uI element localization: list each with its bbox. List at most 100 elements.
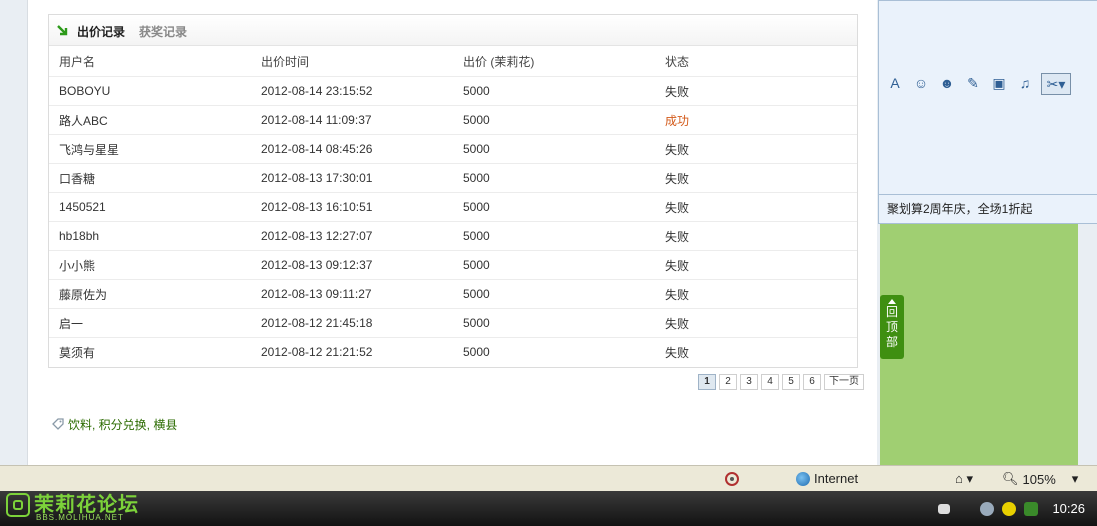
bid-amount-cell: 5000 [453, 105, 655, 135]
bid-time-cell: 2012-08-13 16:10:51 [251, 192, 453, 222]
column-header-bid-time: 出价时间 [261, 54, 310, 69]
protected-mode-icon[interactable]: ⌂ ▾ [955, 471, 973, 487]
chevron-down-icon: ▾ [1071, 471, 1079, 486]
keyboard-icon[interactable] [938, 503, 951, 514]
shield-icon[interactable] [1024, 501, 1039, 516]
green-sidebar-block [880, 224, 1078, 465]
right-sidebar: A ☺ ☻ ✎ ▣ ♫ ✂▾ 聚划算2周年庆，全场1折起 [877, 0, 1097, 465]
table-row: 路人ABC 2012-08-14 11:09:37 5000 成功 [49, 105, 857, 135]
back-to-top-button[interactable]: 回顶部 [880, 295, 904, 359]
status-cell: 失败 [655, 221, 857, 251]
status-cell: 失败 [655, 337, 857, 366]
face-icon[interactable]: ☻ [937, 73, 957, 93]
tab-bid-records[interactable]: 出价记录 [77, 23, 125, 40]
tags-links[interactable]: 饮料, 积分兑换, 横县 [68, 416, 177, 433]
image-icon[interactable]: ▣ [989, 73, 1009, 93]
page-5-button[interactable]: 5 [782, 374, 800, 390]
username-cell[interactable]: 藤原佐为 [49, 279, 251, 309]
back-to-top-label: 回顶部 [885, 305, 898, 349]
editor-panel: A ☺ ☻ ✎ ▣ ♫ ✂▾ 聚划算2周年庆，全场1折起 [878, 0, 1097, 224]
status-cell: 失败 [655, 279, 857, 309]
page-4-button[interactable]: 4 [761, 374, 779, 390]
bid-time-cell: 2012-08-13 09:11:27 [251, 279, 453, 309]
clock[interactable]: 10:26 [1052, 501, 1085, 516]
edit-icon[interactable]: ✎ [963, 73, 983, 93]
browser-status-bar: Internet ⌂ ▾ 🔍︎ 105% ▾ [0, 465, 1097, 492]
scissors-icon[interactable]: ✂▾ [1041, 73, 1071, 95]
table-row: hb18bh 2012-08-13 12:27:07 5000 失败 [49, 221, 857, 251]
bid-amount-cell: 5000 [453, 76, 655, 106]
update-icon[interactable] [1002, 501, 1017, 516]
zone-label: Internet [814, 471, 859, 486]
bid-time-cell: 2012-08-13 17:30:01 [251, 163, 453, 193]
zoom-icon: 🔍︎ [1002, 471, 1019, 486]
username-cell[interactable]: 启一 [49, 308, 251, 338]
logo-text: 茉莉花论坛 [34, 494, 139, 516]
smiley-icon[interactable]: ☺ [911, 73, 931, 93]
table-row: 1450521 2012-08-13 16:10:51 5000 失败 [49, 192, 857, 222]
table-row: 口香糖 2012-08-13 17:30:01 5000 失败 [49, 163, 857, 193]
column-header-status: 状态 [665, 54, 690, 69]
status-cell: 失败 [655, 192, 857, 222]
network-icon[interactable] [980, 501, 995, 516]
status-cell: 失败 [655, 134, 857, 164]
editor-toolbar: A ☺ ☻ ✎ ▣ ♫ ✂▾ [885, 73, 1071, 95]
username-cell[interactable]: 1450521 [49, 192, 251, 222]
username-cell[interactable]: BOBOYU [49, 76, 251, 106]
table-row: 启一 2012-08-12 21:45:18 5000 失败 [49, 308, 857, 338]
table-row: 飞鸿与星星 2012-08-14 08:45:26 5000 失败 [49, 134, 857, 164]
tag-icon [52, 417, 64, 430]
bid-amount-cell: 5000 [453, 250, 655, 280]
bid-amount-cell: 5000 [453, 279, 655, 309]
bid-time-cell: 2012-08-14 11:09:37 [251, 105, 453, 135]
page-6-button[interactable]: 6 [803, 374, 821, 390]
tab-award-records[interactable]: 获奖记录 [139, 23, 187, 40]
zoom-control[interactable]: 🔍︎ 105% ▾ [1002, 471, 1078, 487]
username-cell[interactable]: 飞鸿与星星 [49, 134, 251, 164]
bid-amount-cell: 5000 [453, 337, 655, 366]
username-cell[interactable]: 莫须有 [49, 337, 251, 366]
page-2-button[interactable]: 2 [719, 374, 737, 390]
status-cell: 失败 [655, 163, 857, 193]
main-content: 出价记录 获奖记录 用户名 出价时间 出价 (茉莉花) 状态 BOBOYU 201… [27, 0, 879, 465]
username-cell[interactable]: 路人ABC [49, 105, 251, 135]
promo-text[interactable]: 聚划算2周年庆，全场1折起 [879, 194, 1097, 223]
tab-bar: 出价记录 获奖记录 [49, 15, 857, 46]
system-tray: 10:26 [938, 491, 1097, 526]
bid-amount-cell: 5000 [453, 134, 655, 164]
zoom-level: 105% [1022, 471, 1056, 487]
privacy-icon[interactable] [724, 471, 740, 487]
status-cell: 失败 [655, 250, 857, 280]
font-icon[interactable]: A [885, 73, 905, 93]
page-1-button[interactable]: 1 [698, 374, 716, 390]
table-row: BOBOYU 2012-08-14 23:15:52 5000 失败 [49, 76, 857, 106]
status-cell: 失败 [655, 76, 857, 106]
bid-time-cell: 2012-08-13 12:27:07 [251, 221, 453, 251]
tags-row: 饮料, 积分兑换, 横县 [51, 416, 177, 433]
username-cell[interactable]: hb18bh [49, 221, 251, 251]
column-header-bid-amount: 出价 (茉莉花) [463, 54, 535, 69]
status-cell: 成功 [655, 105, 857, 135]
bid-records-panel: 出价记录 获奖记录 用户名 出价时间 出价 (茉莉花) 状态 BOBOYU 201… [48, 14, 858, 368]
bid-amount-cell: 5000 [453, 308, 655, 338]
logo-subtext: BBS.MOLIHUA.NET [36, 513, 124, 522]
globe-icon [796, 471, 810, 486]
security-zone: Internet [796, 471, 858, 486]
logo-mark-icon [6, 493, 30, 517]
table-header-row: 用户名 出价时间 出价 (茉莉花) 状态 [49, 46, 857, 77]
username-cell[interactable]: 小小熊 [49, 250, 251, 280]
music-icon[interactable]: ♫ [1015, 73, 1035, 93]
bid-amount-cell: 5000 [453, 163, 655, 193]
bid-time-cell: 2012-08-14 08:45:26 [251, 134, 453, 164]
column-header-username: 用户名 [59, 54, 96, 69]
bid-time-cell: 2012-08-12 21:21:52 [251, 337, 453, 366]
next-page-button[interactable]: 下一页 [824, 374, 864, 390]
bid-amount-cell: 5000 [453, 221, 655, 251]
bid-time-cell: 2012-08-13 09:12:37 [251, 250, 453, 280]
username-cell[interactable]: 口香糖 [49, 163, 251, 193]
table-row: 小小熊 2012-08-13 09:12:37 5000 失败 [49, 250, 857, 280]
page-3-button[interactable]: 3 [740, 374, 758, 390]
pagination: 1 2 3 4 5 6 下一页 [698, 374, 864, 392]
status-cell: 失败 [655, 308, 857, 338]
bid-time-cell: 2012-08-12 21:45:18 [251, 308, 453, 338]
